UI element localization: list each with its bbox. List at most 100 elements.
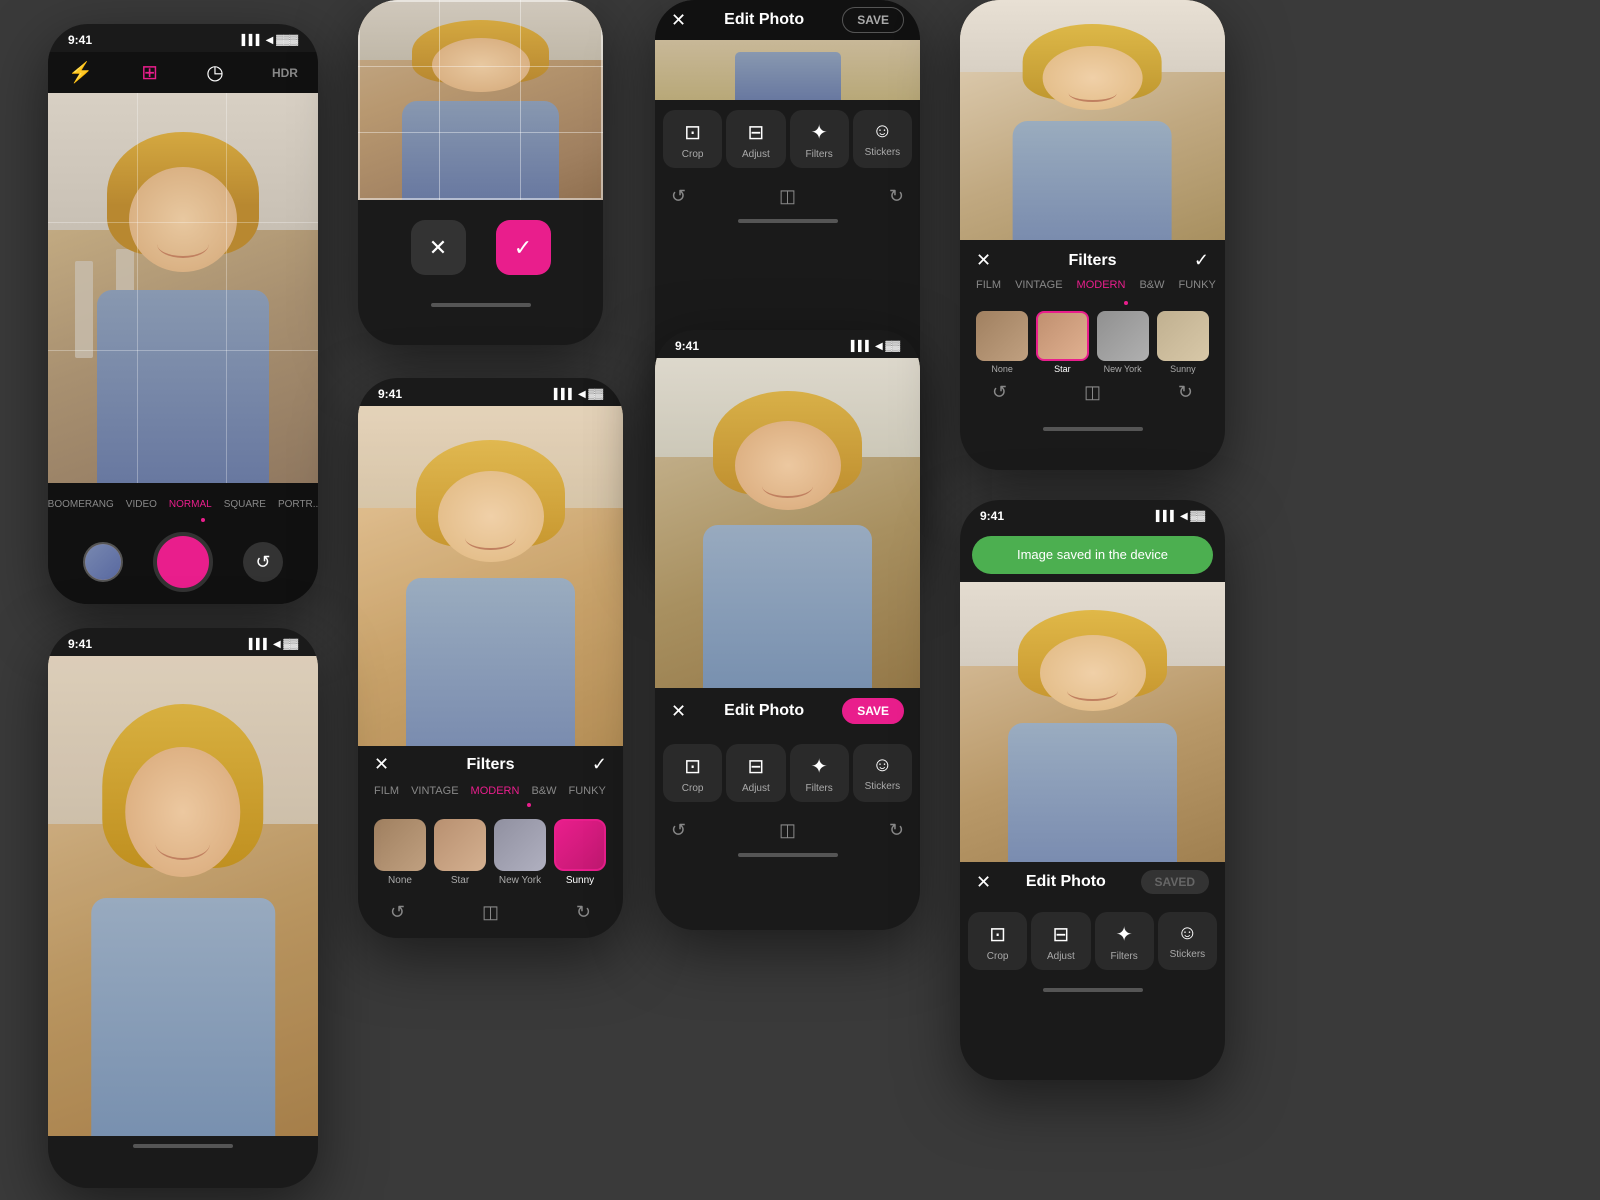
crop-confirm-button[interactable]: ✓ [496, 220, 551, 275]
home-area-5 [655, 849, 920, 865]
crop-cancel-button[interactable]: ✕ [411, 220, 466, 275]
redo-6[interactable]: ↻ [1178, 382, 1193, 403]
mode-boomerang[interactable]: BOOMERANG [48, 499, 114, 510]
tool-stickers-4[interactable]: ☺ Stickers [853, 110, 912, 168]
filter-none-3[interactable]: None [374, 819, 426, 886]
saved-button[interactable]: SAVED [1141, 870, 1209, 894]
tab-funky-6[interactable]: FUNKY [1179, 279, 1216, 291]
redo-5[interactable]: ↻ [889, 820, 904, 841]
undo-5[interactable]: ↺ [671, 820, 686, 841]
tool-adjust-4[interactable]: ⊟ Adjust [726, 110, 785, 168]
status-bar-7: 9:41 ▌▌▌ ◀ ▓▓ [960, 500, 1225, 528]
edit-header-4: ✕ Edit Photo SAVE [655, 0, 920, 40]
undo-6[interactable]: ↺ [992, 382, 1007, 403]
filter-sunny-6[interactable]: Sunny [1157, 311, 1209, 374]
compare-4[interactable]: ◫ [779, 186, 796, 207]
crop-label-4: Crop [682, 149, 704, 160]
filters-panel-6: ✕ Filters ✓ FILM VINTAGE MODERN B&W FUNK… [960, 240, 1225, 421]
tab-funky-3[interactable]: FUNKY [569, 785, 606, 797]
filter-star-label-3: Star [434, 875, 486, 886]
flip-camera-button[interactable]: ↺ [243, 542, 283, 582]
phone-filters-right: ✕ Filters ✓ FILM VINTAGE MODERN B&W FUNK… [960, 0, 1225, 470]
undo-4[interactable]: ↺ [671, 186, 686, 207]
tab-film-3[interactable]: FILM [374, 785, 399, 797]
filter-newyork-3[interactable]: New York [494, 819, 546, 886]
gallery-thumbnail[interactable] [83, 542, 123, 582]
status-time-7: 9:41 [980, 509, 1004, 523]
tab-film-6[interactable]: FILM [976, 279, 1001, 291]
filter-none-6[interactable]: None [976, 311, 1028, 374]
tab-vintage-3[interactable]: VINTAGE [411, 785, 458, 797]
tab-modern-3[interactable]: MODERN [471, 785, 520, 797]
tool-crop-4[interactable]: ⊡ Crop [663, 110, 722, 168]
tab-bw-3[interactable]: B&W [531, 785, 556, 797]
subject-photo [75, 132, 291, 483]
tool-crop-7[interactable]: ⊡ Crop [968, 912, 1027, 970]
filter-sunny-3[interactable]: Sunny [554, 819, 606, 886]
mode-video[interactable]: VIDEO [126, 499, 157, 510]
adjust-label-7: Adjust [1047, 951, 1075, 962]
saved-close[interactable]: ✕ [976, 872, 991, 893]
phone-portrait-view: 9:41 ▌▌▌ ◀ ▓▓ [48, 628, 318, 1188]
save-button-5[interactable]: SAVE [842, 698, 904, 724]
bottom-actions-3: ↺ ◫ ↻ [374, 894, 607, 931]
filter-newyork-6[interactable]: New York [1097, 311, 1149, 374]
redo-icon-3[interactable]: ↻ [576, 902, 591, 923]
tab-modern-6[interactable]: MODERN [1077, 279, 1126, 291]
filter-star-6[interactable]: Star [1036, 311, 1088, 374]
phone-saved-view: 9:41 ▌▌▌ ◀ ▓▓ Image saved in the device … [960, 500, 1225, 1080]
filters-close-3[interactable]: ✕ [374, 754, 389, 775]
edit-close-5[interactable]: ✕ [671, 701, 686, 722]
saved-edit-title: Edit Photo [1026, 873, 1106, 891]
crop-photo-preview [358, 0, 603, 200]
status-bar-1: 9:41 ▌▌▌ ◀ ▓▓▓ [48, 24, 318, 52]
filters-confirm-6[interactable]: ✓ [1194, 250, 1209, 271]
filter-tab-dot-6 [1124, 301, 1128, 305]
filter-star-3[interactable]: Star [434, 819, 486, 886]
edit-close-4[interactable]: ✕ [671, 10, 686, 31]
status-bar-8: 9:41 ▌▌▌ ◀ ▓▓ [48, 628, 318, 656]
flash-icon[interactable]: ⚡ [68, 60, 93, 85]
tool-stickers-7[interactable]: ☺ Stickers [1158, 912, 1217, 970]
status-time-5: 9:41 [675, 339, 699, 353]
tool-filters-5[interactable]: ✦ Filters [790, 744, 849, 802]
tool-filters-4[interactable]: ✦ Filters [790, 110, 849, 168]
mode-portrait[interactable]: PORTR.. [278, 499, 318, 510]
tool-adjust-5[interactable]: ⊟ Adjust [726, 744, 785, 802]
compare-6[interactable]: ◫ [1084, 382, 1101, 403]
tab-vintage-6[interactable]: VINTAGE [1015, 279, 1062, 291]
tool-stickers-5[interactable]: ☺ Stickers [853, 744, 912, 802]
tool-adjust-7[interactable]: ⊟ Adjust [1031, 912, 1090, 970]
crop-grid-h2 [358, 132, 603, 133]
compare-icon-3[interactable]: ◫ [482, 902, 499, 923]
adjust-icon-5: ⊟ [747, 754, 764, 779]
undo-icon-3[interactable]: ↺ [390, 902, 405, 923]
save-button-4[interactable]: SAVE [842, 7, 904, 33]
edit-photo-5 [655, 358, 920, 688]
filter-sunny-label-6: Sunny [1157, 364, 1209, 374]
mode-normal[interactable]: NORMAL [169, 499, 212, 510]
grid-icon[interactable]: ⊞ [141, 60, 158, 85]
adjust-icon-7: ⊟ [1052, 922, 1069, 947]
home-indicator-2 [358, 295, 603, 315]
capture-button[interactable] [153, 532, 213, 592]
tool-filters-7[interactable]: ✦ Filters [1095, 912, 1154, 970]
status-icons-5: ▌▌▌ ◀ ▓▓ [851, 341, 900, 352]
filters-icon-4: ✦ [811, 120, 828, 145]
timer-icon[interactable]: ◷ [206, 60, 223, 85]
tool-crop-5[interactable]: ⊡ Crop [663, 744, 722, 802]
tab-bw-6[interactable]: B&W [1139, 279, 1164, 291]
saved-edit-header: ✕ Edit Photo SAVED [960, 862, 1225, 902]
stickers-label-4: Stickers [865, 147, 901, 158]
filters-title-3: Filters [466, 756, 514, 774]
mode-square[interactable]: SQUARE [224, 499, 266, 510]
phone-crop-view: ✕ ✓ [358, 0, 603, 345]
compare-5[interactable]: ◫ [779, 820, 796, 841]
filters-confirm-3[interactable]: ✓ [592, 754, 607, 775]
filter-thumbnails-3: None Star New York Sunny [374, 811, 607, 894]
redo-4[interactable]: ↻ [889, 186, 904, 207]
stickers-icon-7: ☺ [1177, 922, 1197, 945]
filters-close-6[interactable]: ✕ [976, 250, 991, 271]
hdr-label[interactable]: HDR [272, 66, 298, 80]
filter-photo-6 [960, 0, 1225, 240]
